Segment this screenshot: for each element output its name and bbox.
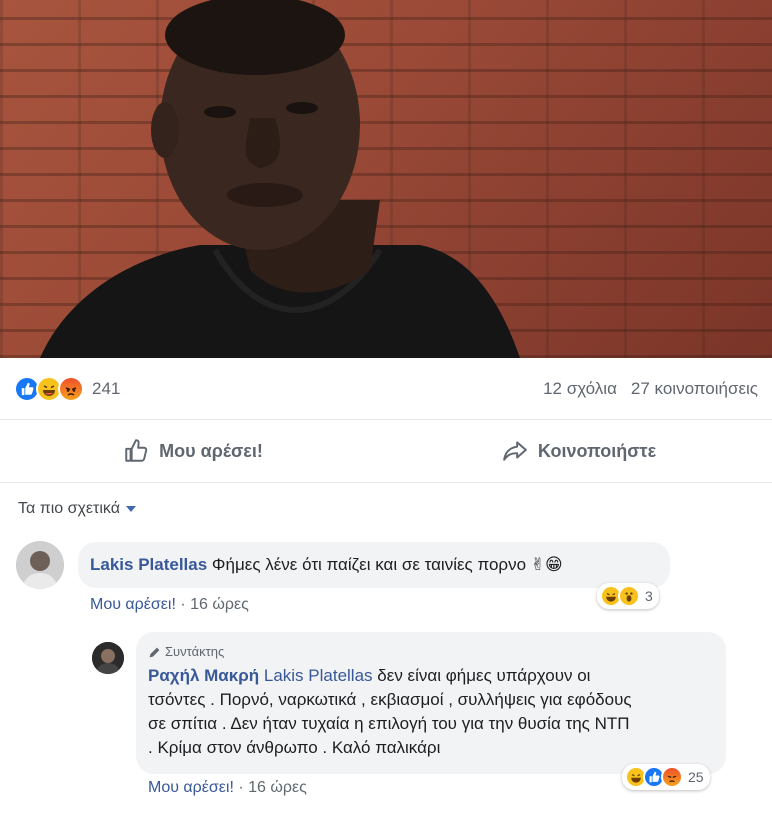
reply-text-line3: σε σπίτια . Δεν ήταν τυχαία η επιλογή το…: [148, 714, 630, 733]
reactions-count[interactable]: 241: [92, 379, 120, 399]
avatar[interactable]: [16, 541, 64, 589]
comment-reactions[interactable]: 3: [597, 583, 659, 609]
comment-bubble: Lakis Platellas Φήμες λένε ότι παίζει κα…: [78, 542, 670, 588]
post-actions: Μου αρέσει! Κοινοποιήστε: [0, 420, 772, 483]
thumbs-up-icon: [125, 439, 148, 462]
comment-sort-dropdown[interactable]: Τα πιο σχετικά: [18, 500, 136, 518]
user-avatar-icon: [92, 642, 124, 674]
post-photo[interactable]: [0, 0, 772, 358]
angry-reaction-icon: [58, 375, 84, 402]
reply-meta: Μου αρέσει! · 16 ώρες: [148, 779, 307, 797]
reply-reaction-count: 25: [688, 769, 704, 785]
comment-reaction-count: 3: [645, 588, 653, 604]
comment-timestamp[interactable]: 16 ώρες: [190, 596, 249, 613]
author-badge-label: Συντάκτης: [165, 644, 225, 659]
shares-count-link[interactable]: 27 κοινοποιήσεις: [631, 379, 758, 399]
reply-like-link[interactable]: Μου αρέσει!: [148, 779, 234, 796]
reply-author-link[interactable]: Ραχήλ Μακρή: [148, 666, 259, 685]
share-arrow-icon: [503, 441, 527, 461]
comments-count-link[interactable]: 12 σχόλια: [543, 379, 617, 399]
share-button-label: Κοινοποιήστε: [537, 440, 657, 461]
avatar[interactable]: [92, 642, 124, 674]
user-avatar-icon: [16, 541, 64, 589]
reaction-summary[interactable]: 241: [14, 375, 120, 402]
reply-text-line1: δεν είναι φήμες υπάρχουν οι: [377, 666, 591, 685]
person-illustration: [40, 0, 520, 358]
reply-mention-link[interactable]: Lakis Platellas: [264, 666, 373, 685]
reply-timestamp[interactable]: 16 ώρες: [248, 779, 307, 796]
reply-bubble: Συντάκτης Ραχήλ Μακρή Lakis Platellas δε…: [136, 632, 726, 774]
comment-meta: Μου αρέσει! · 16 ώρες: [90, 596, 249, 614]
meta-separator: ·: [180, 596, 186, 613]
like-button-label: Μου αρέσει!: [159, 440, 263, 461]
wow-reaction-icon: [618, 585, 640, 607]
pencil-icon: [149, 647, 160, 657]
comment-author-link[interactable]: Lakis Platellas: [90, 555, 207, 574]
reply-text-line2: τσόντες . Πορνό, ναρκωτικά , εκβιασμοί ,…: [148, 690, 632, 709]
comment-sort-label: Τα πιο σχετικά: [18, 500, 120, 517]
like-button[interactable]: Μου αρέσει!: [0, 438, 386, 464]
comment-text: Φήμες λένε ότι παίζει και σε ταινίες πορ…: [211, 555, 563, 574]
post-stats: 241 12 σχόλια 27 κοινοποιήσεις: [0, 358, 772, 420]
reply-reactions[interactable]: 25: [622, 764, 710, 790]
angry-reaction-icon: [661, 766, 683, 788]
comment-like-link[interactable]: Μου αρέσει!: [90, 596, 176, 613]
share-button[interactable]: Κοινοποιήστε: [386, 438, 772, 464]
author-badge: Συντάκτης: [148, 640, 714, 664]
chevron-down-icon: [125, 506, 136, 512]
meta-separator: ·: [238, 779, 244, 796]
reply-text-line4: . Κρίμα στον άνθρωπο . Καλό παλικάρι: [148, 738, 441, 757]
